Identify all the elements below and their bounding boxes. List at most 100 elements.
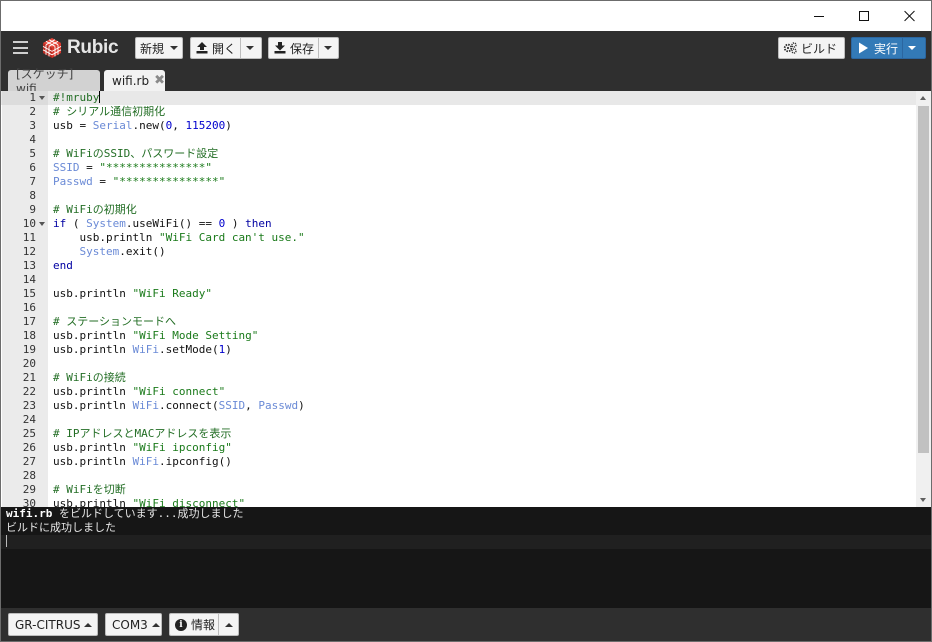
code-token: # WiFiを切断	[53, 483, 126, 496]
chevron-down-icon[interactable]	[246, 46, 255, 50]
code-line[interactable]: 4	[1, 133, 916, 147]
code-line[interactable]: 10 if ( System.useWiFi() == 0 ) then	[1, 217, 916, 231]
code-token: # シリアル通信初期化	[53, 105, 166, 118]
open-button-label: 開く	[212, 41, 237, 56]
code-token: usb.println	[53, 329, 133, 342]
code-line[interactable]: 6 SSID = "***************"	[1, 161, 916, 175]
code-line[interactable]: 15 usb.println "WiFi Ready"	[1, 287, 916, 301]
code-token: Serial	[92, 119, 133, 132]
code-token: .useWiFi() ==	[125, 217, 219, 230]
scroll-down-icon[interactable]	[920, 498, 926, 502]
code-token: SSID	[218, 399, 246, 412]
code-token: =	[92, 175, 113, 188]
editor-scrollbar[interactable]	[916, 91, 931, 507]
code-line[interactable]: 8	[1, 189, 916, 203]
menu-icon[interactable]	[13, 41, 28, 54]
line-number: 17	[22, 315, 36, 328]
code-line[interactable]: 22 usb.println "WiFi connect"	[1, 385, 916, 399]
code-token: "WiFi Card can't use."	[158, 231, 305, 244]
code-token: usb.println	[53, 231, 159, 244]
chevron-up-icon[interactable]	[225, 622, 233, 627]
minimize-button[interactable]	[796, 1, 842, 31]
maximize-icon	[859, 11, 869, 21]
line-number: 15	[22, 287, 36, 300]
code-line[interactable]: 26 usb.println "WiFi ipconfig"	[1, 441, 916, 455]
code-line[interactable]: 2 # シリアル通信初期化	[1, 105, 916, 119]
code-text: Passwd = "***************"	[53, 175, 225, 189]
fold-toggle-icon[interactable]	[39, 96, 45, 100]
code-line[interactable]: 19 usb.println WiFi.setMode(1)	[1, 343, 916, 357]
tab-sketch-wifi[interactable]: [スケッチ] wifi	[8, 67, 100, 96]
code-line[interactable]: 14	[1, 273, 916, 287]
run-button[interactable]: 実行	[851, 37, 926, 59]
code-line[interactable]: 18 usb.println "WiFi Mode Setting"	[1, 329, 916, 343]
code-token: =	[79, 161, 100, 174]
new-button[interactable]: 新規	[135, 37, 183, 59]
code-token: Passwd	[53, 175, 93, 188]
code-token: usb.println	[53, 455, 133, 468]
code-line[interactable]: 30 usb.println "WiFi disconnect"	[1, 497, 916, 507]
new-button-label: 新規	[140, 41, 165, 56]
code-line[interactable]: 25 # IPアドレスとMACアドレスを表示	[1, 427, 916, 441]
code-token: end	[53, 259, 73, 272]
line-number: 8	[29, 189, 36, 202]
code-text: SSID = "***************"	[53, 161, 212, 175]
code-token: "WiFi Ready"	[132, 287, 212, 300]
console-file-name: wifi.rb	[6, 507, 53, 520]
scrollbar-thumb[interactable]	[918, 106, 929, 453]
code-text: # WiFiを切断	[53, 483, 126, 497]
code-text: usb.println WiFi.connect(SSID, Passwd)	[53, 399, 305, 413]
code-line[interactable]: 16	[1, 301, 916, 315]
code-line[interactable]: 28	[1, 469, 916, 483]
code-text: System.exit()	[53, 245, 166, 259]
code-token: usb.println	[53, 385, 133, 398]
code-line[interactable]: 13 end	[1, 259, 916, 273]
scroll-up-icon[interactable]	[920, 96, 926, 100]
chevron-down-icon[interactable]	[908, 46, 917, 50]
code-line[interactable]: 24	[1, 413, 916, 427]
build-button[interactable]: ビルド	[778, 37, 845, 59]
code-line[interactable]: 27 usb.println WiFi.ipconfig()	[1, 455, 916, 469]
code-text: usb.println "WiFi connect"	[53, 385, 225, 399]
close-window-button[interactable]	[887, 1, 932, 31]
code-line[interactable]: 5 # WiFiのSSID、パスワード設定	[1, 147, 916, 161]
code-line[interactable]: 7 Passwd = "***************"	[1, 175, 916, 189]
code-line[interactable]: 11 usb.println "WiFi Card can't use."	[1, 231, 916, 245]
code-line[interactable]: 3 usb = Serial.new(0, 115200)	[1, 119, 916, 133]
code-token: Passwd	[258, 399, 299, 412]
code-line[interactable]: 21 # WiFiの接続	[1, 371, 916, 385]
code-token: .new(	[132, 119, 166, 132]
code-line[interactable]: 9 # WiFiの初期化	[1, 203, 916, 217]
code-line[interactable]: 17 # ステーションモードへ	[1, 315, 916, 329]
chevron-down-icon[interactable]	[324, 46, 333, 50]
chevron-up-icon	[84, 622, 93, 627]
status-bar: GR-CITRUS COM3 i 情報	[0, 608, 932, 642]
code-editor[interactable]: 1 #!mruby 2 # シリアル通信初期化 3 usb = Serial.new(0,…	[0, 91, 932, 507]
code-token: SSID	[53, 161, 80, 174]
close-tab-icon[interactable]: ✖	[154, 73, 165, 88]
code-line[interactable]: 23 usb.println WiFi.connect(SSID, Passwd)	[1, 399, 916, 413]
close-icon	[904, 10, 916, 22]
code-line[interactable]: 1 #!mruby	[1, 91, 916, 105]
info-button[interactable]: i 情報	[169, 613, 239, 636]
code-token: ,	[172, 119, 186, 132]
code-line[interactable]: 12 System.exit()	[1, 245, 916, 259]
maximize-button[interactable]	[841, 1, 887, 31]
tab-wifi-rb[interactable]: wifi.rb ✖	[104, 70, 165, 91]
upload-icon	[196, 42, 208, 54]
code-line[interactable]: 20	[1, 357, 916, 371]
download-icon	[274, 42, 286, 54]
code-line[interactable]: 29 # WiFiを切断	[1, 483, 916, 497]
code-token: usb.println	[53, 497, 133, 507]
save-button[interactable]: 保存	[268, 37, 339, 59]
code-token: # ステーションモードへ	[53, 315, 177, 328]
console-input[interactable]	[1, 535, 931, 549]
app-logo: Rubic	[41, 36, 119, 60]
board-select-button[interactable]: GR-CITRUS	[8, 613, 98, 636]
port-select-button[interactable]: COM3	[105, 613, 162, 636]
code-text: # WiFiの初期化	[53, 203, 137, 217]
line-number: 28	[22, 469, 36, 482]
fold-toggle-icon[interactable]	[39, 222, 45, 226]
open-button[interactable]: 開く	[190, 37, 262, 59]
code-token: # WiFiの初期化	[53, 203, 137, 216]
